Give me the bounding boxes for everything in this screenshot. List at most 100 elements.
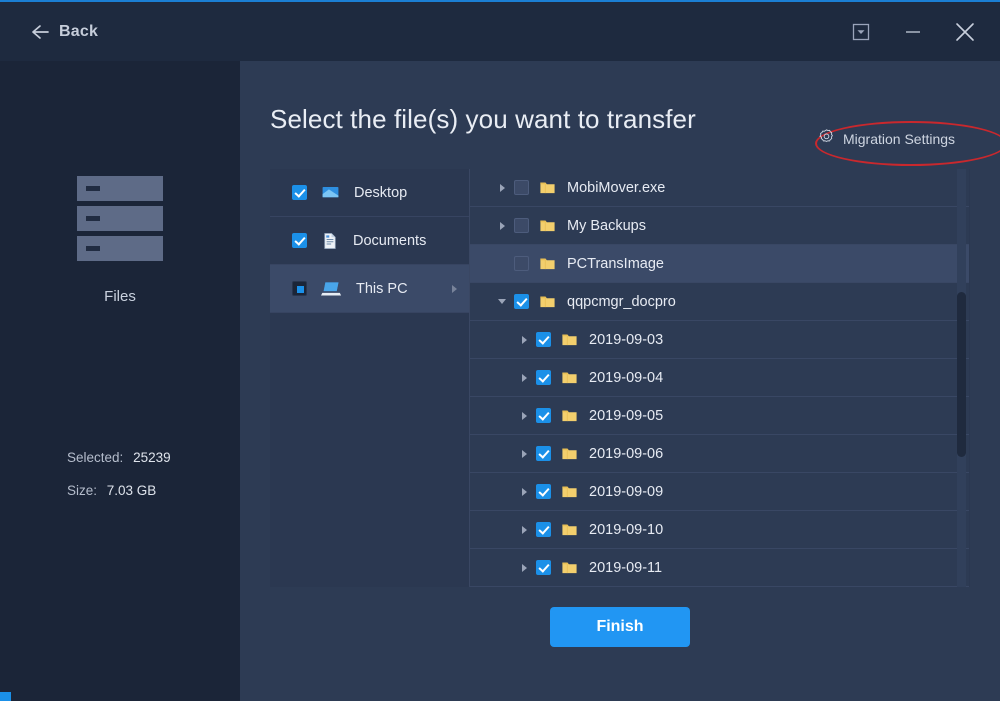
file-list-row[interactable]: 2019-09-05 <box>470 397 969 435</box>
checkbox-checked[interactable] <box>536 408 551 423</box>
row-icon <box>561 331 578 348</box>
expand-arrow-right-icon[interactable] <box>499 221 505 230</box>
file-list-row-label: My Backups <box>567 217 646 234</box>
row-icon <box>539 293 556 310</box>
row-expand-toggle[interactable] <box>516 449 532 458</box>
file-list-row-label: 2019-09-06 <box>589 445 664 462</box>
checkbox-checked[interactable] <box>292 185 307 200</box>
tree-item-this-pc[interactable]: This PC <box>270 265 469 313</box>
stat-size: Size: 7.03 GB <box>67 483 171 498</box>
file-list-row[interactable]: My Backups <box>470 207 969 245</box>
folder-icon <box>561 369 578 386</box>
checkbox-checked[interactable] <box>536 370 551 385</box>
row-checkbox[interactable] <box>514 294 529 309</box>
file-list-row[interactable]: 2019-09-11 <box>470 549 969 587</box>
migration-settings-label: Migration Settings <box>843 131 956 147</box>
row-expand-toggle[interactable] <box>516 411 532 420</box>
row-expand-toggle[interactable] <box>516 525 532 534</box>
checkbox-unchecked[interactable] <box>514 256 529 271</box>
folder-icon <box>561 331 578 348</box>
checkbox-checked[interactable] <box>514 294 529 309</box>
app-window: Back Files Selected: 25239 Size: 7.03 GB… <box>0 0 1000 701</box>
file-list-row[interactable]: PCTransImage <box>470 245 969 283</box>
row-icon <box>561 369 578 386</box>
checkbox-partial[interactable] <box>292 281 307 296</box>
file-list-row[interactable]: 2019-09-06 <box>470 435 969 473</box>
page-title: Select the file(s) you want to transfer <box>270 104 696 134</box>
sidebar-category-label: Files <box>104 288 136 305</box>
row-icon <box>561 483 578 500</box>
row-expand-toggle[interactable] <box>516 373 532 382</box>
tree-item-label: This PC <box>356 280 408 297</box>
row-checkbox[interactable] <box>536 446 551 461</box>
files-stack-icon <box>77 176 163 261</box>
row-checkbox[interactable] <box>536 522 551 537</box>
row-checkbox[interactable] <box>514 256 529 271</box>
checkbox-checked[interactable] <box>536 484 551 499</box>
minimize-to-tray-button[interactable] <box>844 15 878 49</box>
checkbox-checked[interactable] <box>292 233 307 248</box>
folder-icon <box>561 483 578 500</box>
row-checkbox[interactable] <box>514 218 529 233</box>
stat-selected-key: Selected: <box>67 450 124 465</box>
folder-icon <box>539 255 556 272</box>
file-list-row[interactable]: 2019-09-04 <box>470 359 969 397</box>
file-list-scrollbar-thumb[interactable] <box>957 292 966 457</box>
expand-arrow-right-icon[interactable] <box>521 449 527 458</box>
title-bar: Back <box>0 2 1000 61</box>
expand-arrow-right-icon[interactable] <box>521 411 527 420</box>
row-checkbox[interactable] <box>536 560 551 575</box>
row-icon <box>539 255 556 272</box>
folder-icon <box>561 521 578 538</box>
expand-arrow-right-icon[interactable] <box>521 525 527 534</box>
tree-item-label: Documents <box>353 232 427 249</box>
checkbox-checked[interactable] <box>536 332 551 347</box>
row-checkbox[interactable] <box>536 408 551 423</box>
migration-settings-button[interactable]: Migration Settings <box>818 128 955 150</box>
row-expand-toggle[interactable] <box>494 221 510 230</box>
close-button[interactable] <box>948 15 982 49</box>
folder-icon <box>539 293 556 310</box>
row-expand-toggle[interactable] <box>494 183 510 192</box>
row-expand-toggle[interactable] <box>516 487 532 496</box>
folder-icon <box>561 445 578 462</box>
minimize-button[interactable] <box>896 15 930 49</box>
row-expand-toggle[interactable] <box>516 335 532 344</box>
row-checkbox[interactable] <box>536 484 551 499</box>
file-list-row-label: 2019-09-09 <box>589 483 664 500</box>
this-pc-icon <box>321 278 342 299</box>
row-expand-toggle[interactable] <box>494 299 510 304</box>
row-icon <box>561 559 578 576</box>
file-list-row[interactable]: 2019-09-03 <box>470 321 969 359</box>
row-icon <box>539 217 556 234</box>
chevron-right-icon[interactable] <box>452 284 457 293</box>
row-checkbox[interactable] <box>536 370 551 385</box>
checkbox-unchecked[interactable] <box>514 218 529 233</box>
tree-item-documents[interactable]: Documents <box>270 217 469 265</box>
file-list-row-label: 2019-09-04 <box>589 369 664 386</box>
checkbox-unchecked[interactable] <box>514 180 529 195</box>
expand-arrow-down-icon[interactable] <box>498 299 506 304</box>
finish-button[interactable]: Finish <box>550 607 690 647</box>
checkbox-checked[interactable] <box>536 522 551 537</box>
expand-arrow-right-icon[interactable] <box>499 183 505 192</box>
row-expand-toggle[interactable] <box>516 563 532 572</box>
expand-arrow-right-icon[interactable] <box>521 373 527 382</box>
tree-item-desktop[interactable]: Desktop <box>270 169 469 217</box>
file-list-row[interactable]: MobiMover.exe <box>470 169 969 207</box>
checkbox-checked[interactable] <box>536 560 551 575</box>
row-checkbox[interactable] <box>514 180 529 195</box>
expand-arrow-right-icon[interactable] <box>521 335 527 344</box>
file-list-row[interactable]: 2019-09-09 <box>470 473 969 511</box>
file-list-row[interactable]: 2019-09-10 <box>470 511 969 549</box>
row-checkbox[interactable] <box>536 332 551 347</box>
file-list: MobiMover.exe My Backups PCTransImage qqpcm… <box>470 169 969 587</box>
expand-arrow-right-icon[interactable] <box>521 563 527 572</box>
checkbox-checked[interactable] <box>536 446 551 461</box>
expand-arrow-right-icon[interactable] <box>521 487 527 496</box>
file-list-row-label: 2019-09-03 <box>589 331 664 348</box>
back-button[interactable]: Back <box>30 22 98 42</box>
stat-size-key: Size: <box>67 483 98 498</box>
close-icon <box>956 22 974 41</box>
file-list-row[interactable]: qqpcmgr_docpro <box>470 283 969 321</box>
